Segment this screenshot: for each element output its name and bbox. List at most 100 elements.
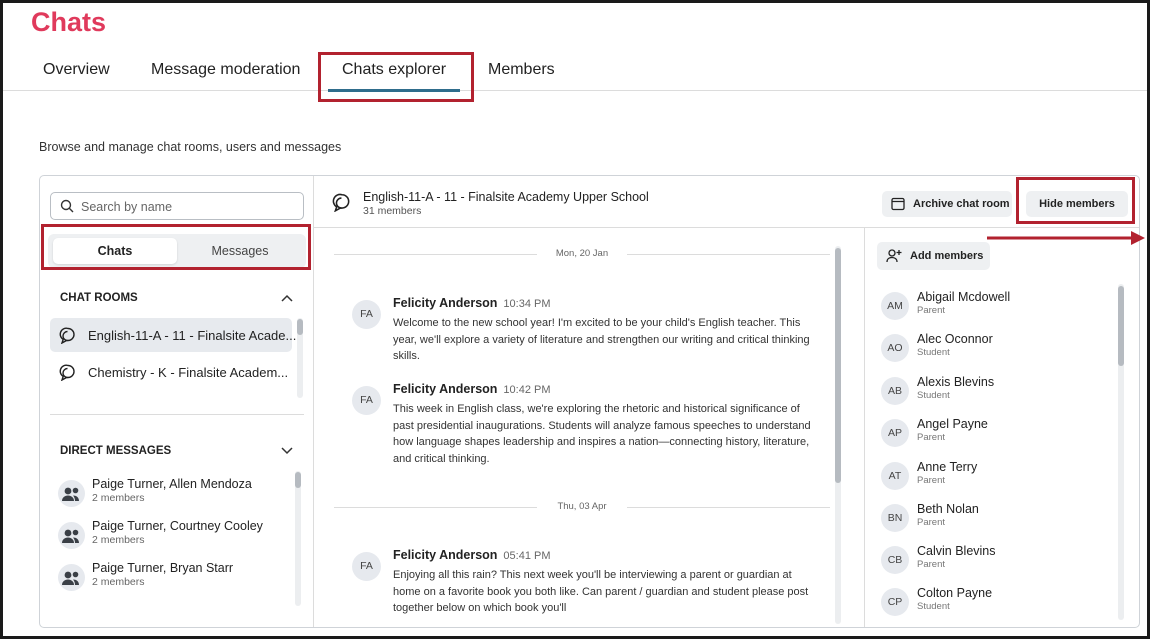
view-toggle: Chats Messages (48, 234, 306, 268)
chat-rooms-scrollbar[interactable] (297, 319, 303, 335)
member-role: Parent (917, 305, 945, 316)
member-avatar: CP (881, 588, 909, 616)
member-item[interactable]: AT Anne Terry Parent (881, 458, 1111, 492)
message-text: Enjoying all this rain? This next week y… (393, 569, 809, 614)
member-name: Colton Payne (917, 586, 993, 600)
author-avatar: FA (352, 552, 381, 581)
section-divider (50, 414, 304, 415)
member-avatar: AB (881, 377, 909, 405)
members-panel: Add members AM Abigail Mcdowell Parent A… (864, 228, 1139, 627)
thread-scrollbar[interactable] (835, 248, 841, 483)
message-text: Welcome to the new school year! I'm exci… (393, 317, 810, 362)
member-item[interactable]: AP Angel Payne Parent (881, 415, 1111, 449)
chat-room-item[interactable]: English-11-A - 11 - Finalsite Acade... (50, 318, 296, 352)
message-author: Felicity Anderson (393, 296, 498, 310)
page-title: Chats (31, 7, 107, 37)
author-avatar: FA (352, 386, 381, 415)
tab-chats-explorer[interactable]: Chats explorer (327, 61, 461, 92)
member-role: Parent (917, 475, 945, 486)
chat-room-label: English-11-A - 11 - Finalsite Acade... (88, 328, 297, 343)
member-role: Student (917, 601, 950, 612)
member-name: Calvin Blevins (917, 544, 996, 558)
archive-label: Archive chat room (913, 198, 1010, 210)
add-members-label: Add members (910, 250, 984, 262)
message-text: This week in English class, we're explor… (393, 403, 811, 465)
separator-line (627, 254, 830, 255)
group-icon (62, 529, 79, 543)
member-name: Alec Oconnor (917, 332, 993, 346)
member-avatar: AO (881, 334, 909, 362)
member-avatar: AM (881, 292, 909, 320)
group-avatar (58, 522, 85, 549)
member-item[interactable]: AB Alexis Blevins Student (881, 373, 1111, 407)
chat-rooms-heading: CHAT ROOMS (60, 292, 138, 304)
chevron-up-icon[interactable] (281, 294, 293, 302)
tab-bar: Overview Message moderation Chats explor… (3, 55, 1147, 92)
chat-bubble-icon (59, 327, 75, 344)
member-role: Student (917, 347, 950, 358)
group-icon (62, 487, 79, 501)
chevron-down-icon[interactable] (281, 447, 293, 455)
member-name: Angel Payne (917, 417, 988, 431)
group-avatar (58, 480, 85, 507)
date-separator: Thu, 03 Apr (334, 501, 830, 513)
message-author: Felicity Anderson (393, 382, 498, 396)
member-role: Parent (917, 517, 945, 528)
page-description: Browse and manage chat rooms, users and … (39, 140, 342, 154)
member-item[interactable]: BN Beth Nolan Parent (881, 500, 1111, 534)
search-placeholder: Search by name (81, 200, 173, 214)
member-name: Alexis Blevins (917, 375, 995, 389)
add-members-button[interactable]: Add members (877, 242, 990, 270)
date-separator: Mon, 20 Jan (334, 248, 830, 260)
annotation-arrow-icon (987, 231, 1145, 245)
members-scrollbar[interactable] (1118, 286, 1124, 366)
toggle-messages[interactable]: Messages (178, 238, 302, 264)
member-role: Parent (917, 432, 945, 443)
member-item[interactable]: CP Colton Payne Student (881, 584, 1111, 618)
dm-member-count: 2 members (92, 534, 145, 546)
member-role: Parent (917, 559, 945, 570)
member-item[interactable]: AM Abigail Mcdowell Parent (881, 288, 1111, 322)
member-avatar: CB (881, 546, 909, 574)
dm-member-count: 2 members (92, 492, 145, 504)
dm-scrollbar[interactable] (295, 472, 301, 488)
member-item[interactable]: CB Calvin Blevins Parent (881, 542, 1111, 576)
direct-message-item[interactable]: Paige Turner, Courtney Cooley 2 members (58, 516, 298, 556)
chat-room-item[interactable]: Chemistry - K - Finalsite Academ... (50, 355, 292, 389)
hide-members-button[interactable]: Hide members (1026, 191, 1128, 217)
group-avatar (58, 564, 85, 591)
member-avatar: BN (881, 504, 909, 532)
member-item[interactable]: AO Alec Oconnor Student (881, 330, 1111, 364)
direct-message-item[interactable]: Paige Turner, Bryan Starr 2 members (58, 558, 298, 598)
member-avatar: AT (881, 462, 909, 490)
separator-line (627, 507, 830, 508)
search-icon (60, 199, 74, 213)
message-time: 10:34 PM (503, 298, 551, 310)
archive-icon (891, 197, 905, 211)
left-sidebar: Search by name Chats Messages CHAT ROOMS… (40, 176, 314, 627)
message-time: 10:42 PM (503, 384, 551, 396)
search-input[interactable]: Search by name (50, 192, 304, 220)
chat-room-label: Chemistry - K - Finalsite Academ... (88, 365, 289, 380)
app-window: Chats Overview Message moderation Chats … (3, 3, 1147, 636)
group-icon (62, 571, 79, 585)
add-person-icon (886, 249, 902, 263)
archive-chat-room-button[interactable]: Archive chat room (882, 191, 1012, 217)
author-avatar: FA (352, 300, 381, 329)
tab-members[interactable]: Members (488, 61, 555, 79)
direct-messages-heading: DIRECT MESSAGES (60, 445, 172, 457)
chats-explorer-panel: Search by name Chats Messages CHAT ROOMS… (39, 175, 1140, 628)
member-name: Beth Nolan (917, 502, 979, 516)
dm-scroll-track (295, 471, 301, 606)
dm-names: Paige Turner, Allen Mendoza (92, 477, 252, 491)
toggle-chats[interactable]: Chats (53, 238, 177, 264)
message-author: Felicity Anderson (393, 548, 498, 562)
message-time: 05:41 PM (503, 550, 551, 562)
direct-message-item[interactable]: Paige Turner, Allen Mendoza 2 members (58, 474, 298, 514)
message-thread: Mon, 20 Jan FA Felicity Anderson 10:34 PM… (314, 176, 864, 627)
tab-message-moderation[interactable]: Message moderation (151, 61, 300, 79)
tab-overview[interactable]: Overview (43, 61, 110, 79)
dm-names: Paige Turner, Courtney Cooley (92, 519, 263, 533)
dm-names: Paige Turner, Bryan Starr (92, 561, 234, 575)
dm-member-count: 2 members (92, 576, 145, 588)
